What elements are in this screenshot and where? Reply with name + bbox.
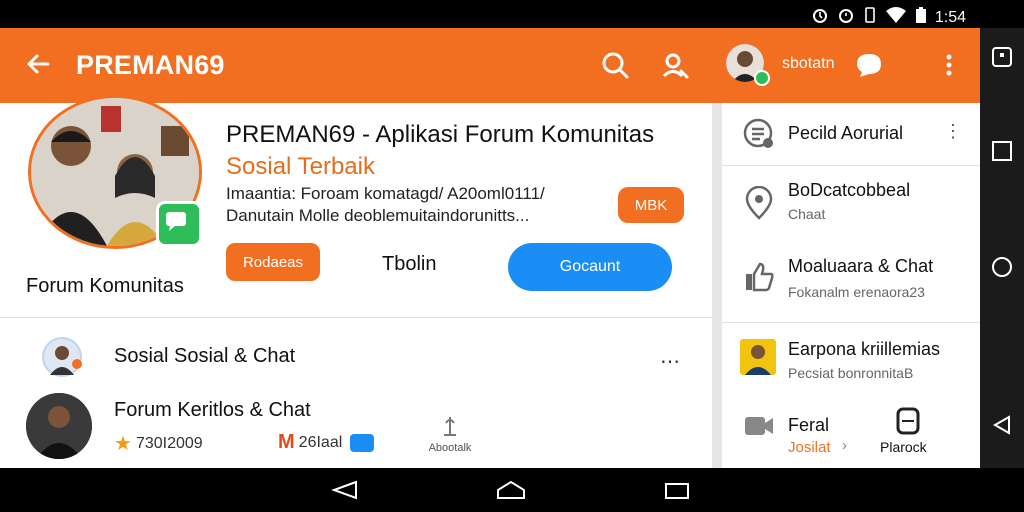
home-nav-icon[interactable]	[496, 480, 526, 500]
sidebar-item[interactable]: Pecild Aorurial ⋮	[722, 103, 980, 165]
search-icon[interactable]	[600, 50, 630, 80]
forum-label: Forum Komunitas	[26, 275, 184, 297]
sidebar-item-title: Earpona kriillemias	[788, 339, 941, 359]
recent-apps-icon[interactable]	[991, 46, 1013, 68]
sidebar-item-title: Pecild Aorurial	[788, 123, 904, 143]
app-window: PREMAN69 sbotatn Forum Komunitas PREMAN6…	[0, 28, 980, 468]
sidebar-item-subtitle: Josilat	[788, 439, 831, 456]
feed-icon	[742, 117, 776, 151]
sidebar-item-subtitle: Chaat	[788, 206, 826, 222]
location-pin-icon	[742, 185, 776, 220]
description-line-2: Danutain Molle deoblemuitaindorunitts...	[226, 206, 530, 225]
sidebar-avatar	[740, 339, 776, 375]
feed-avatar	[26, 393, 92, 459]
vibrate-icon	[863, 6, 877, 29]
overflow-menu-icon[interactable]	[934, 50, 964, 80]
post-stat: M 26Iaal	[278, 431, 375, 454]
thumbs-up-icon	[742, 260, 776, 294]
broadcast-icon	[444, 417, 456, 436]
gmail-icon: M	[278, 431, 295, 453]
feed-item[interactable]: Sosial Sosial & Chat ⋯	[0, 329, 712, 385]
sidebar-item-subtitle: Pecsiat bonronnitaB	[788, 365, 914, 381]
description-line-1: Imaantia: Foroam komatagd/ A20oml0111/	[226, 184, 545, 203]
tag-icon	[350, 433, 375, 452]
feed-item-title: Forum Keritlos & Chat	[114, 399, 311, 421]
page-subheadline: Sosial Terbaik	[226, 153, 375, 180]
more-options-icon[interactable]: ⋯	[660, 349, 680, 374]
mbk-button[interactable]: MBK	[618, 187, 684, 223]
talk-button[interactable]: Abootalk	[420, 415, 480, 454]
sidebar-item[interactable]: BoDcatcobbeal Chaat	[722, 166, 980, 236]
battery-icon	[915, 6, 927, 29]
timer-icon	[837, 6, 855, 29]
sidebar-extra-label[interactable]: Plarock	[880, 439, 927, 455]
square-nav-icon[interactable]	[991, 140, 1013, 162]
description: Imaantia: Foroam komatagd/ A20oml0111/ D…	[226, 183, 545, 227]
star-stat-value: 730I2009	[135, 434, 203, 452]
sidebar-more-icon[interactable]: ⋮	[944, 121, 962, 142]
sidebar-item[interactable]: Moaluaara & Chat Fokanalm erenaora23	[722, 238, 980, 316]
sidebar-item-title: Feral	[788, 415, 830, 435]
system-nav-column	[980, 28, 1024, 468]
right-sidebar: Pecild Aorurial ⋮ BoDcatcobbeal Chaat Mo…	[722, 103, 980, 468]
recents-nav-icon[interactable]	[662, 480, 692, 500]
sidebar-item-title: BoDcatcobbeal	[788, 180, 911, 200]
chevron-right-icon: ›	[842, 437, 847, 454]
feed-item[interactable]: Forum Keritlos & Chat ★ 730I2009 M 26Iaa…	[0, 393, 712, 468]
post-stat-value: 26Iaal	[298, 433, 343, 451]
sidebar-item[interactable]: Feral Josilat › Plarock	[722, 395, 980, 468]
alarm-icon	[811, 6, 829, 29]
panel-divider	[712, 103, 722, 468]
user-search-icon[interactable]	[660, 50, 690, 80]
feed-avatar	[42, 337, 82, 377]
back-nav-icon[interactable]	[330, 480, 360, 500]
middle-text[interactable]: Tbolin	[382, 253, 436, 276]
sidebar-item-subtitle: Fokanalm erenaora23	[788, 284, 925, 300]
wifi-icon	[885, 6, 907, 29]
notification-dot	[72, 359, 82, 369]
system-nav-bar	[0, 468, 1024, 512]
app-title: PREMAN69	[76, 50, 225, 80]
video-icon	[742, 409, 776, 443]
star-icon: ★	[114, 433, 132, 455]
chat-badge-icon	[156, 201, 202, 247]
back-triangle-icon[interactable]	[991, 414, 1013, 436]
section-divider	[0, 317, 712, 318]
primary-action-button[interactable]: Gocaunt	[508, 243, 672, 291]
online-indicator	[754, 70, 770, 86]
home-circle-icon[interactable]	[991, 256, 1013, 278]
main-content: Forum Komunitas PREMAN69 - Aplikasi Foru…	[0, 95, 712, 468]
app-header: PREMAN69 sbotatn	[0, 28, 980, 103]
talk-button-label: Abootalk	[428, 442, 472, 454]
back-arrow-icon[interactable]	[22, 48, 54, 80]
phone-icon[interactable]	[896, 407, 920, 435]
feed-item-title: Sosial Sosial & Chat	[114, 345, 296, 367]
sidebar-item[interactable]: Earpona kriillemias Pecsiat bonronnitaB	[722, 323, 980, 393]
page-headline: PREMAN69 - Aplikasi Forum Komunitas	[226, 121, 655, 148]
left-action-button[interactable]: Rodaeas	[226, 243, 320, 281]
sidebar-item-title: Moaluaara & Chat	[788, 256, 934, 276]
status-bar: 1:54	[0, 0, 1024, 28]
status-label: sbotatn	[782, 55, 835, 72]
clock-time: 1:54	[934, 8, 966, 26]
star-stat: ★ 730I2009	[114, 431, 203, 456]
chat-bubble-icon[interactable]	[854, 50, 884, 80]
